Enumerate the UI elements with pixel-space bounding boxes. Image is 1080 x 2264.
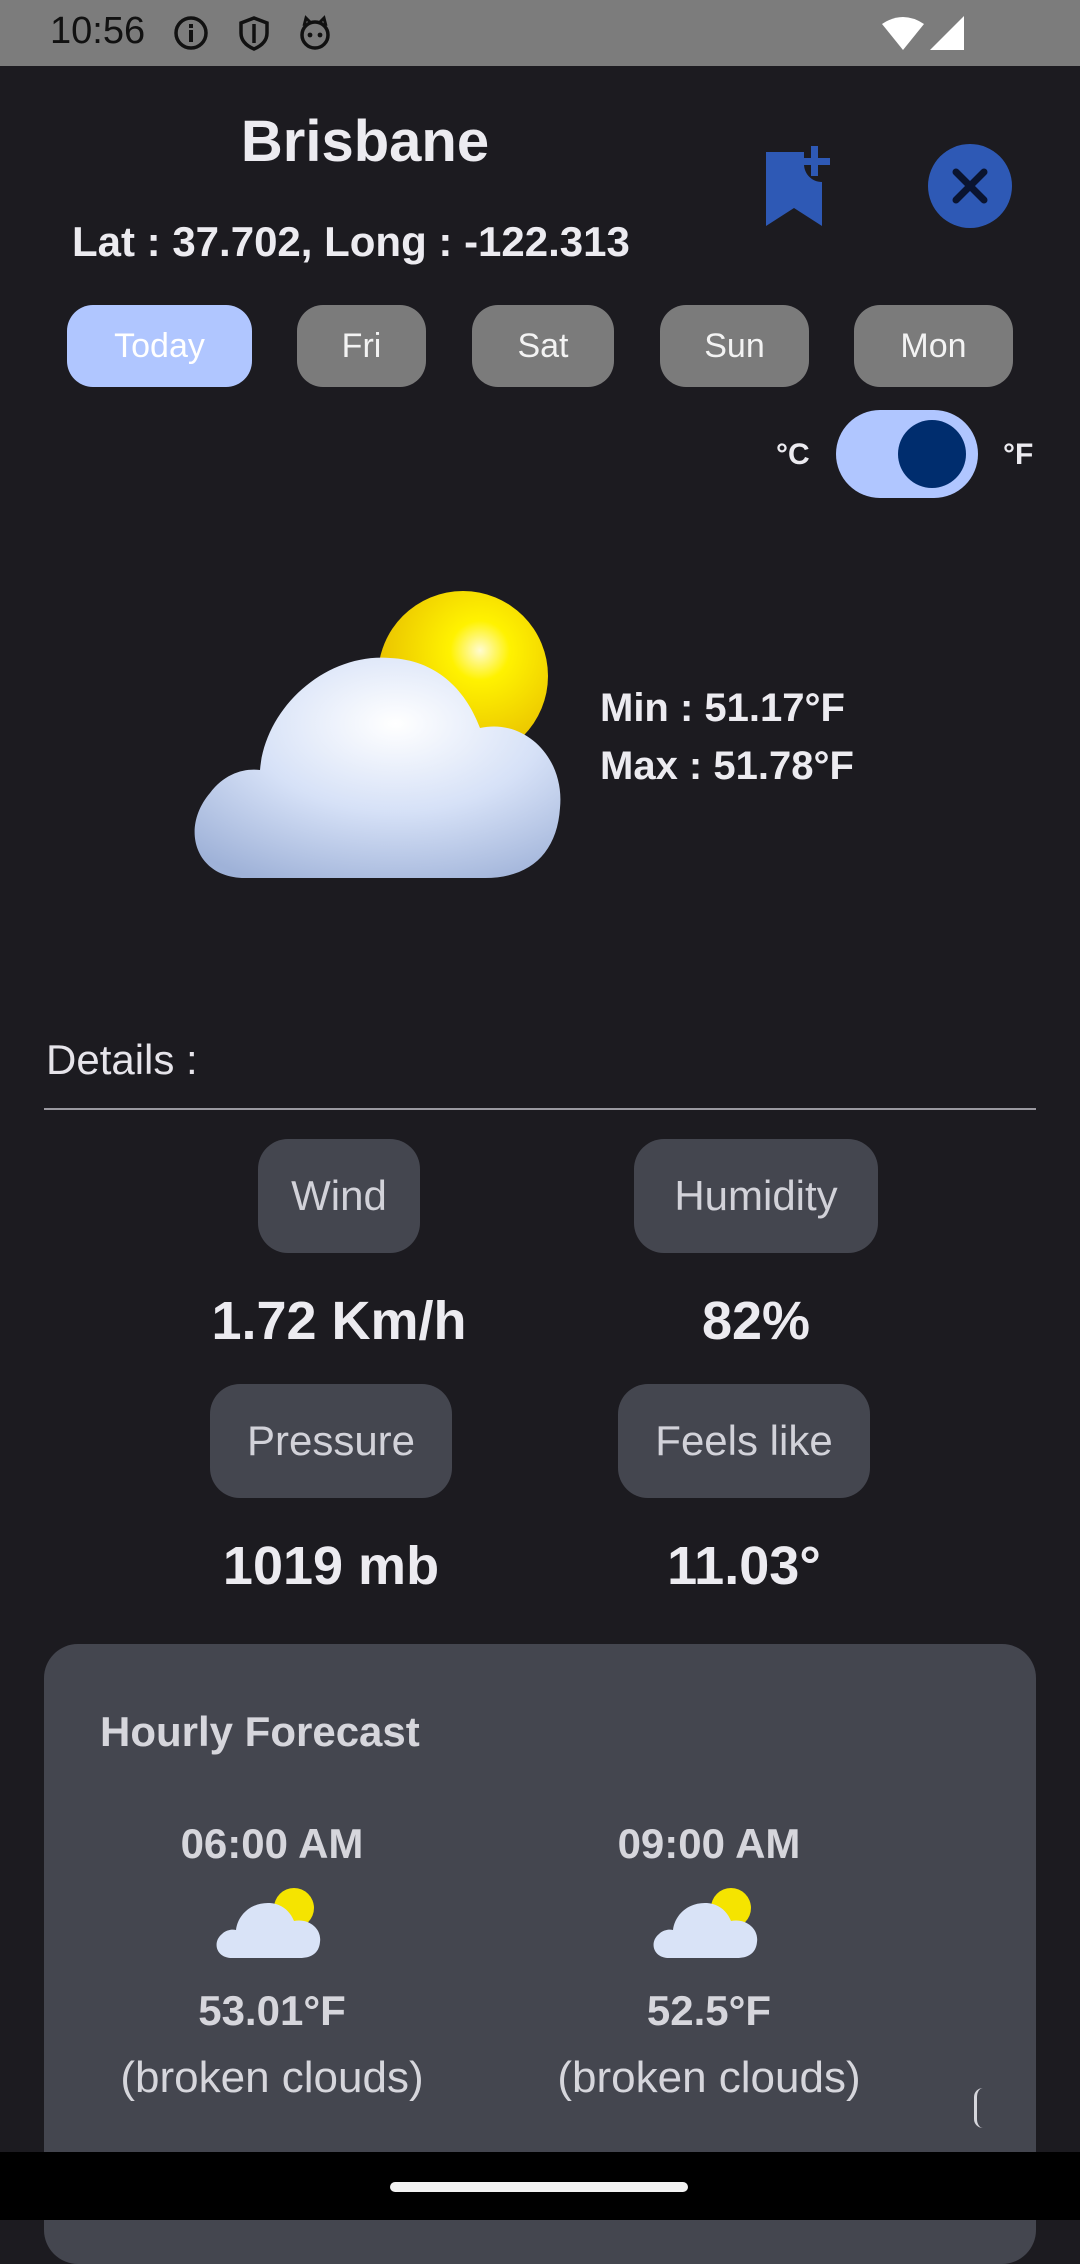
wifi-icon [882,17,924,50]
fahrenheit-label: °F [1003,438,1034,471]
hour-desc: (broken clouds) [557,2053,861,2102]
hour-desc: (broken clouds) [120,2053,424,2102]
hour-time: 09:00 AM [617,1820,801,1867]
details-heading: Details : [46,1036,198,1083]
hourly-item: 09:00 AM 52.5°F (broken clouds) [499,1820,919,2103]
temp-max: Max : 51.78°F [600,744,854,788]
cat-face-icon [300,15,330,50]
temp-min: Min : 51.17°F [600,686,845,730]
close-button[interactable] [928,144,1012,228]
tab-sat[interactable]: Sat [472,305,614,387]
home-gesture-handle[interactable] [390,2182,688,2192]
signal-icon [930,16,964,50]
partly-cloudy-icon [216,1888,321,1958]
bookmark-add-icon[interactable] [756,144,836,234]
wind-label: Wind [258,1139,420,1253]
hour-temp: 52.5°F [646,1987,772,2034]
partly-cloudy-icon [653,1888,758,1958]
celsius-label: °C [776,438,810,471]
hour-time: 06:00 AM [180,1820,364,1867]
feels-like-label: Feels like [618,1384,870,1498]
humidity-value: 82% [701,1291,811,1351]
wind-value: 1.72 Km/h [211,1291,467,1351]
hour-temp: 53.01°F [198,1987,346,2034]
tab-today[interactable]: Today [67,305,252,387]
feels-like-value: 11.03° [667,1536,821,1596]
coordinates: Lat : 37.702, Long : -122.313 [72,218,630,265]
pressure-value: 1019 mb [222,1536,440,1596]
close-icon [952,168,988,204]
tab-fri[interactable]: Fri [297,305,426,387]
status-time: 10:56 [50,10,146,52]
city-title: Brisbane [240,109,490,174]
hourly-item: 06:00 AM 53.01°F (broken clouds) [62,1820,482,2103]
tab-sun[interactable]: Sun [660,305,809,387]
divider [44,1108,1036,1110]
next-hourly-item-peek [974,2088,983,2128]
shield-icon [239,16,269,51]
tab-mon[interactable]: Mon [854,305,1013,387]
partly-cloudy-icon [194,591,561,878]
pressure-label: Pressure [210,1384,452,1498]
humidity-label: Humidity [634,1139,878,1253]
info-icon [174,16,208,50]
unit-toggle[interactable] [836,410,978,498]
hourly-title: Hourly Forecast [100,1708,420,1755]
toggle-knob [898,420,966,488]
